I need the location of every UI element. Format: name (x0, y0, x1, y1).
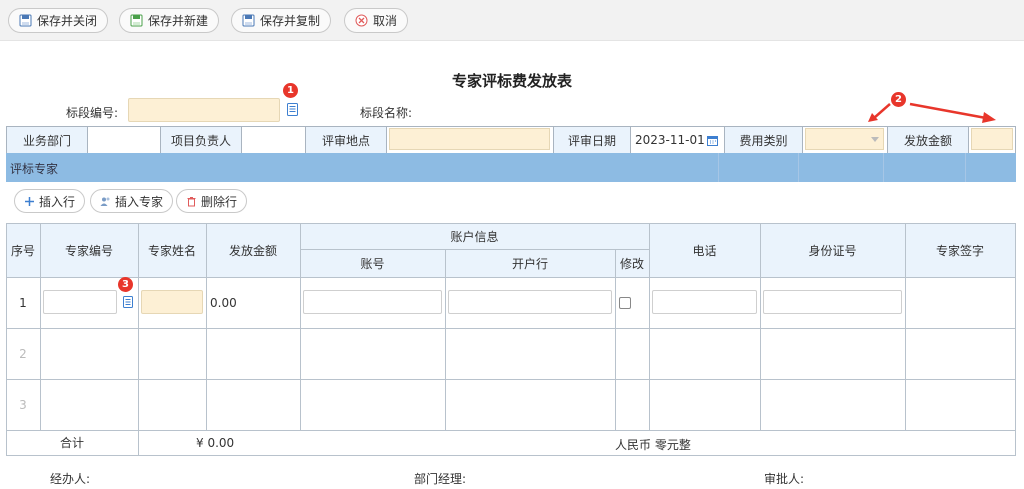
dept-label: 业务部门 (7, 127, 88, 153)
date-label: 评审日期 (554, 127, 631, 153)
total-amount: ¥ 0.00 (196, 436, 235, 450)
info-row: 业务部门 项目负责人 评审地点 评审日期 2023-11-01 费用类别 发放金… (6, 126, 1016, 154)
header-account: 账号 (360, 256, 385, 271)
dept-value[interactable] (88, 127, 161, 153)
experts-band-label: 评标专家 (10, 162, 59, 176)
trash-icon (186, 196, 197, 207)
save-copy-label: 保存并复制 (260, 14, 321, 28)
header-expert-no: 专家编号 (64, 243, 113, 258)
page-title: 专家评标费发放表 (451, 72, 572, 90)
header-seq: 序号 (10, 243, 35, 258)
row-seq: 1 (19, 295, 27, 310)
delete-row-button[interactable]: 删除行 (176, 189, 248, 213)
save-copy-icon (242, 14, 255, 27)
amount-label: 发放金额 (888, 127, 969, 153)
save-new-icon (130, 14, 143, 27)
save-new-label: 保存并新建 (148, 14, 209, 28)
fee-type-select[interactable] (805, 128, 884, 150)
badge-3: 3 (118, 277, 133, 292)
insert-row-button[interactable]: 插入行 (14, 189, 86, 213)
header-id-no: 身份证号 (808, 243, 857, 258)
insert-row-label: 插入行 (39, 194, 76, 209)
header-signature: 专家签字 (935, 243, 984, 258)
header-bank: 开户行 (511, 256, 548, 271)
handler-label: 经办人: (50, 472, 91, 486)
calendar-icon[interactable] (706, 135, 718, 146)
total-label: 合计 (59, 436, 84, 450)
experts-table: 序号 专家编号 专家姓名 发放金额 账户信息 账号 开户行 修改 电话 身份证号… (6, 223, 1016, 456)
insert-expert-button[interactable]: 插入专家 (90, 189, 174, 213)
date-value: 2023-11-01 (635, 133, 705, 147)
lookup-icon[interactable] (287, 103, 298, 119)
save-close-button[interactable]: 保存并关闭 (8, 8, 109, 33)
id-no-input[interactable] (763, 290, 902, 314)
amount-input[interactable] (971, 128, 1013, 150)
header-expert-name: 专家姓名 (147, 243, 196, 258)
account-input[interactable] (303, 290, 442, 314)
section-name-label: 标段名称: (360, 106, 413, 120)
modify-checkbox[interactable] (619, 297, 631, 309)
phone-input[interactable] (652, 290, 757, 314)
section-no-input[interactable] (128, 98, 280, 122)
location-cell (387, 127, 554, 153)
cancel-label: 取消 (373, 14, 398, 28)
fee-type-label: 费用类别 (725, 127, 803, 153)
owner-value[interactable] (242, 127, 306, 153)
amount-cell (969, 127, 1015, 153)
section-no-label: 标段编号: (66, 106, 119, 120)
save-close-label: 保存并关闭 (37, 14, 98, 28)
expert-no-input[interactable] (43, 290, 117, 314)
row-amount: 0.00 (210, 296, 237, 310)
location-input[interactable] (389, 128, 550, 150)
header-phone: 电话 (692, 243, 717, 258)
save-new-button[interactable]: 保存并新建 (119, 8, 220, 33)
chevron-down-icon (871, 137, 879, 142)
expert-name-input[interactable] (141, 290, 203, 314)
header-account-info: 账户信息 (450, 229, 499, 244)
save-copy-button[interactable]: 保存并复制 (231, 8, 332, 33)
badge-1: 1 (283, 83, 298, 98)
owner-label: 项目负责人 (161, 127, 242, 153)
header-modify: 修改 (619, 256, 644, 271)
approver-label: 审批人: (764, 472, 805, 486)
cancel-icon (355, 14, 368, 27)
delete-row-label: 删除行 (201, 194, 238, 209)
plus-icon (24, 196, 35, 207)
date-input[interactable]: 2023-11-01 (631, 127, 725, 153)
header-amount: 发放金额 (228, 243, 277, 258)
experts-band: 评标专家 (6, 153, 1016, 182)
users-icon (100, 196, 111, 207)
insert-expert-label: 插入专家 (115, 194, 164, 209)
total-rmb: 人民币 零元整 (615, 438, 691, 452)
cancel-button[interactable]: 取消 (344, 8, 409, 33)
bank-input[interactable] (448, 290, 612, 314)
manager-label: 部门经理: (414, 472, 467, 486)
save-icon (19, 14, 32, 27)
row-seq: 3 (19, 397, 27, 412)
row-seq: 2 (19, 346, 27, 361)
toolbar: 保存并关闭 保存并新建 保存并复制 取消 (0, 0, 1024, 41)
location-label: 评审地点 (306, 127, 387, 153)
fee-type-cell (803, 127, 888, 153)
arrow-pointer-icon (868, 102, 996, 123)
lookup-icon[interactable] (123, 296, 133, 311)
